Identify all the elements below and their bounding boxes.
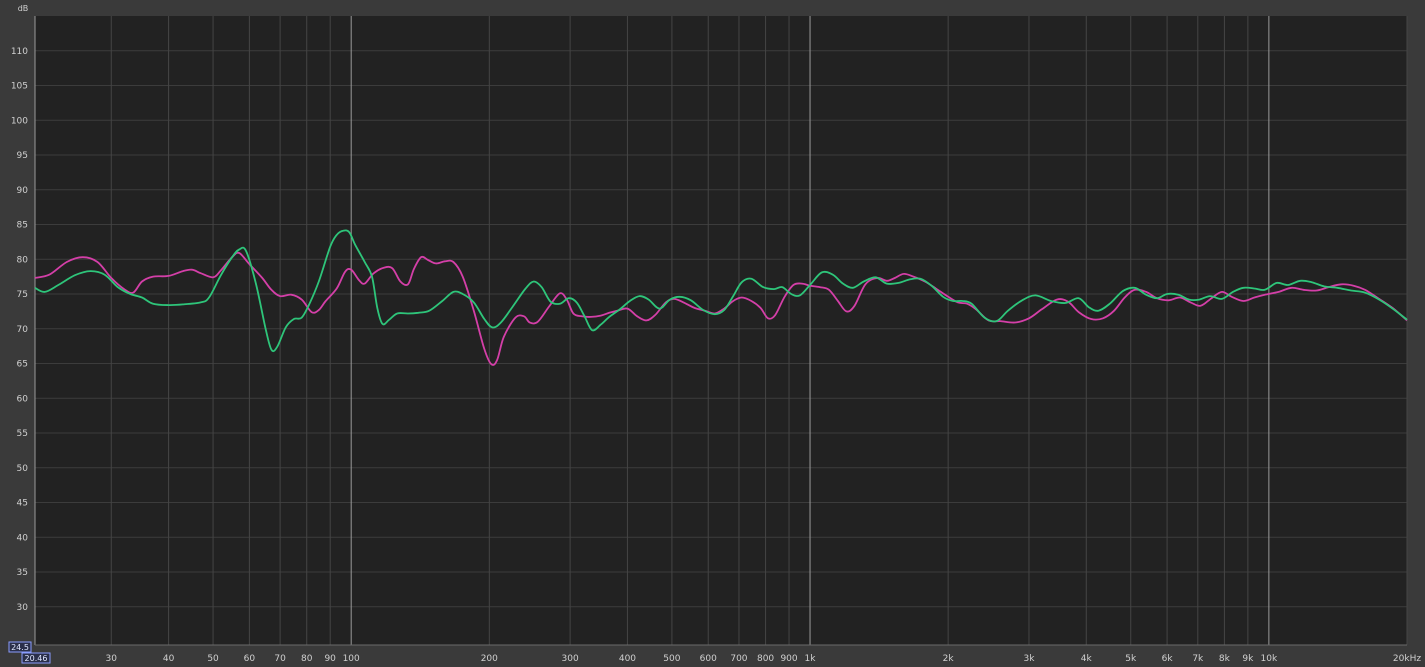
x-tick-label: 60 — [244, 654, 256, 664]
y-tick-label: 75 — [17, 290, 28, 300]
y-min-readout-value: 24.5 — [11, 643, 29, 652]
x-tick-label: 20kHz — [1393, 654, 1421, 664]
x-tick-label: 800 — [757, 654, 774, 664]
y-tick-label: 55 — [17, 429, 28, 439]
y-tick-label: 110 — [11, 47, 28, 57]
x-tick-label: 600 — [700, 654, 717, 664]
x-tick-label: 300 — [562, 654, 579, 664]
y-tick-label: 95 — [17, 151, 28, 161]
x-tick-label: 3k — [1023, 654, 1035, 664]
x-min-readout-value: 20.46 — [25, 654, 48, 663]
x-tick-label: 4k — [1081, 654, 1093, 664]
x-tick-label: 40 — [163, 654, 175, 664]
x-tick-label: 900 — [780, 654, 797, 664]
y-tick-label: 60 — [17, 394, 29, 404]
x-tick-label: 30 — [106, 654, 118, 664]
y-tick-label: 40 — [17, 533, 29, 543]
y-tick-label: 105 — [11, 82, 28, 92]
x-tick-label: 700 — [730, 654, 747, 664]
y-tick-label: 65 — [17, 360, 28, 370]
y-tick-label: 70 — [17, 325, 29, 335]
x-tick-label: 2k — [943, 654, 955, 664]
y-tick-label: 85 — [17, 221, 28, 231]
x-tick-label: 9k — [1242, 654, 1254, 664]
x-axis-ticks: 30 40 50 60 70 80 90 100 200 300 400 500 600 700 800 90… — [106, 654, 1422, 664]
y-tick-label: 100 — [11, 116, 28, 126]
x-tick-label: 200 — [481, 654, 498, 664]
y-tick-label: 80 — [17, 255, 29, 265]
x-tick-label: 8k — [1219, 654, 1231, 664]
y-tick-label: 45 — [17, 499, 28, 509]
x-tick-label: 5k — [1125, 654, 1137, 664]
y-tick-label: 90 — [17, 186, 29, 196]
x-min-readout[interactable]: 20.46 — [21, 652, 51, 664]
frequency-response-chart: 30 35 40 45 50 55 60 65 70 75 80 85 90 95 100 105 110 30… — [0, 0, 1425, 667]
x-tick-label: 1k — [805, 654, 817, 664]
x-tick-label: 10k — [1261, 654, 1278, 664]
x-tick-label: 7k — [1192, 654, 1204, 664]
x-tick-label: 500 — [663, 654, 680, 664]
x-tick-label: 90 — [324, 654, 336, 664]
x-tick-label: 6k — [1162, 654, 1174, 664]
x-tick-label: 50 — [207, 654, 219, 664]
x-tick-label: 100 — [343, 654, 360, 664]
x-tick-label: 70 — [274, 654, 286, 664]
y-tick-label: 30 — [17, 603, 29, 613]
y-axis-unit-label: dB — [18, 4, 29, 13]
plot-area[interactable] — [35, 16, 1407, 645]
y-tick-label: 50 — [17, 464, 29, 474]
y-tick-label: 35 — [17, 568, 28, 578]
y-min-readout[interactable]: 24.5 — [8, 641, 32, 653]
x-tick-label: 80 — [301, 654, 313, 664]
x-tick-label: 400 — [619, 654, 636, 664]
